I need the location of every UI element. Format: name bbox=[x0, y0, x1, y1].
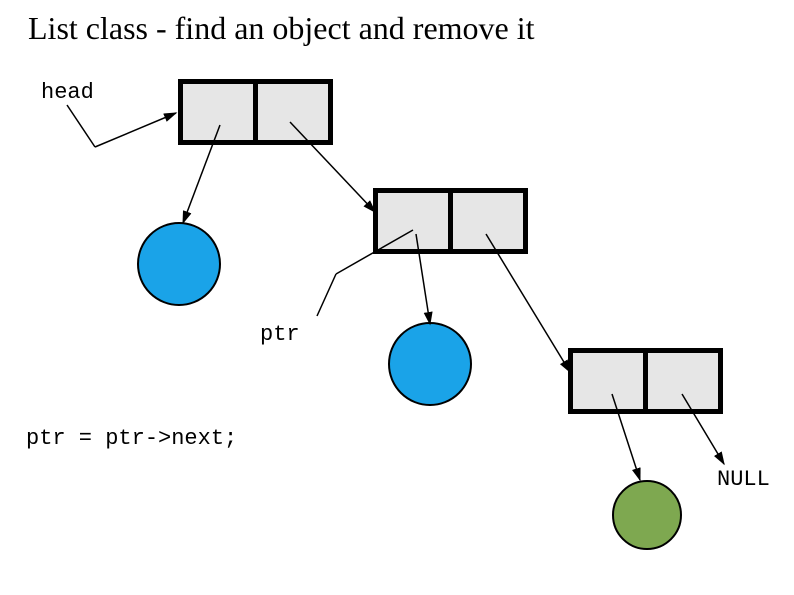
arrow-ptr-bend bbox=[317, 274, 336, 316]
list-node-3 bbox=[568, 348, 723, 414]
label-ptr: ptr bbox=[260, 322, 300, 347]
data-circle-1 bbox=[137, 222, 221, 306]
page-title: List class - find an object and remove i… bbox=[28, 10, 535, 47]
label-null: NULL bbox=[717, 467, 770, 492]
node-cell-data bbox=[183, 84, 253, 140]
node-cell-next bbox=[648, 353, 718, 409]
data-circle-2 bbox=[388, 322, 472, 406]
list-node-1 bbox=[178, 79, 333, 145]
arrow-head-to-node1 bbox=[95, 113, 176, 147]
label-code: ptr = ptr->next; bbox=[26, 426, 237, 451]
data-circle-3 bbox=[612, 480, 682, 550]
node-cell-next bbox=[453, 193, 523, 249]
arrow-node2-next bbox=[486, 234, 570, 372]
arrow-head-bend bbox=[67, 105, 95, 147]
list-node-2 bbox=[373, 188, 528, 254]
node-cell-next bbox=[258, 84, 328, 140]
node-cell-data bbox=[573, 353, 643, 409]
label-head: head bbox=[41, 80, 94, 105]
node-cell-data bbox=[378, 193, 448, 249]
